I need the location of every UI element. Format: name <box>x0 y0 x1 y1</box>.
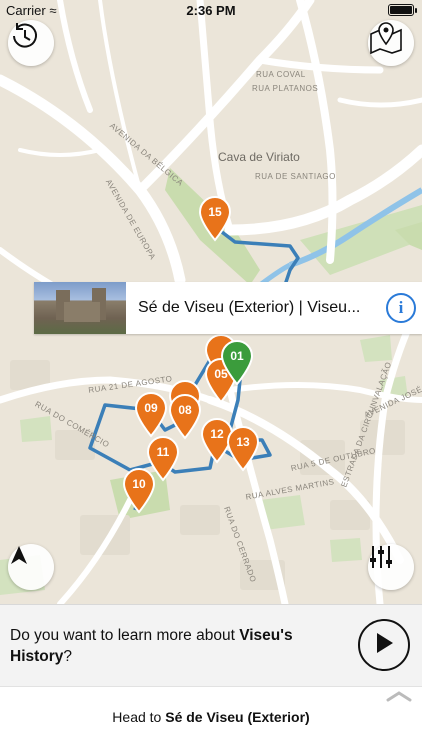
locate-me-button[interactable] <box>8 544 54 590</box>
play-button[interactable] <box>358 619 410 671</box>
history-button[interactable] <box>8 20 54 66</box>
directions-text: Head to Sé de Viseu (Exterior) <box>112 709 310 725</box>
destination-name: Sé de Viseu (Exterior) <box>165 709 310 725</box>
tour-stop-pin[interactable]: 10 <box>122 468 156 514</box>
pin-number: 15 <box>208 205 222 219</box>
play-icon <box>374 632 394 659</box>
poi-title: Sé de Viseu (Exterior) | Viseu... <box>138 299 361 316</box>
street-label: RUA PLATANOS <box>252 84 319 93</box>
pin-number: 09 <box>144 401 158 415</box>
battery-icon <box>388 4 417 16</box>
pin-number: 11 <box>156 445 170 459</box>
tour-stop-pin[interactable]: 01 <box>220 340 254 386</box>
learn-more-prompt: Do you want to learn more about Viseu's … <box>0 604 422 686</box>
tour-stop-pin[interactable]: 08 <box>168 394 202 440</box>
pin-number: 13 <box>236 435 250 449</box>
pin-number: 08 <box>178 403 192 417</box>
tour-stop-pin[interactable]: 09 <box>134 392 168 438</box>
street-label: RUA DE SANTIAGO <box>255 172 336 181</box>
prompt-text: Do you want to learn more about Viseu's … <box>10 627 293 665</box>
pin-number: 01 <box>230 349 244 363</box>
status-time: 2:36 PM <box>186 3 236 18</box>
tour-stop-pin[interactable]: 15 <box>198 196 232 242</box>
info-icon: i <box>398 298 404 317</box>
info-button[interactable]: i <box>386 293 416 323</box>
pin-number: 10 <box>132 477 146 491</box>
tour-stop-pin[interactable]: 13 <box>226 426 260 472</box>
street-label: RUA COVAL <box>256 70 306 79</box>
directions-bar[interactable]: Head to Sé de Viseu (Exterior) <box>0 686 422 750</box>
status-bar: Carrier ≈ 2:36 PM <box>0 0 422 20</box>
poi-thumbnail <box>34 282 126 334</box>
chevron-up-icon[interactable] <box>386 689 412 707</box>
filter-button[interactable] <box>368 544 414 590</box>
place-label: Cava de Viriato <box>218 150 300 164</box>
map-pins-button[interactable] <box>368 20 414 66</box>
poi-card[interactable]: Sé de Viseu (Exterior) | Viseu... i <box>34 282 422 334</box>
